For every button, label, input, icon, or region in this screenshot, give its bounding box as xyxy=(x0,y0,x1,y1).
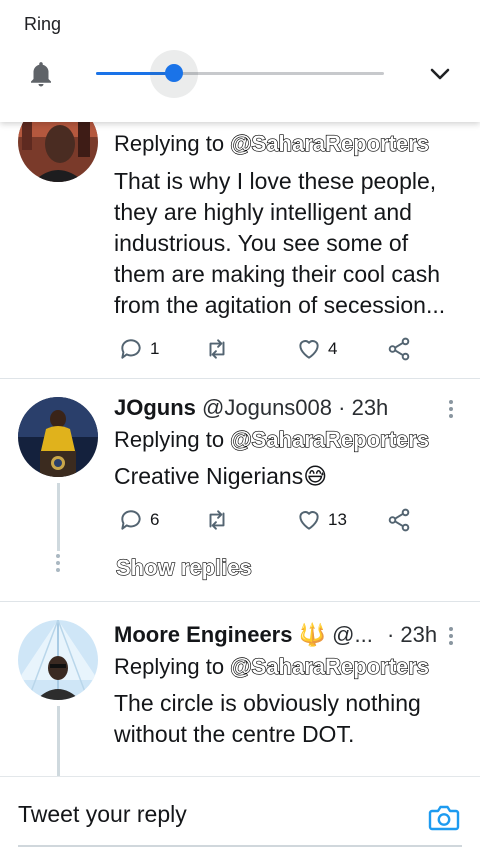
like-button[interactable]: 4 xyxy=(296,334,337,364)
reply-count: 6 xyxy=(150,510,160,529)
replying-to-line: Replying to @SaharaReporters xyxy=(114,653,430,679)
like-count: 4 xyxy=(328,339,338,358)
retweet-icon xyxy=(209,510,225,530)
tweet-text: That is why I love these people, they ar… xyxy=(114,168,446,318)
avatar-joguns[interactable] xyxy=(18,397,98,477)
retweet-button[interactable] xyxy=(204,505,230,535)
reply-button[interactable]: 1 xyxy=(118,334,159,364)
tweet-actions: 6 13 xyxy=(114,505,414,535)
camera-icon[interactable] xyxy=(428,803,460,833)
retweet-icon xyxy=(209,339,225,359)
more-options-icon[interactable] xyxy=(448,397,454,421)
tweet-2[interactable]: JOguns @Joguns008 · 23h Replying to @Sah… xyxy=(0,379,480,601)
like-count: 13 xyxy=(328,510,347,529)
volume-slider[interactable] xyxy=(96,50,384,98)
chevron-down-icon[interactable] xyxy=(428,64,452,84)
trident-emoji: 🔱 xyxy=(298,622,327,647)
share-icon xyxy=(388,508,410,532)
reply-button[interactable]: 6 xyxy=(118,505,159,535)
volume-slider-thumb[interactable] xyxy=(165,64,183,82)
mention-link[interactable]: @SaharaReporters xyxy=(230,653,430,679)
share-icon xyxy=(388,337,410,361)
mention-link[interactable]: @SaharaReporters xyxy=(230,130,430,156)
share-button[interactable] xyxy=(386,334,412,364)
more-options-icon[interactable] xyxy=(448,624,454,648)
reply-icon xyxy=(121,510,141,530)
display-name[interactable]: Moore Engineers xyxy=(114,622,292,647)
user-handle[interactable]: @... xyxy=(332,622,373,647)
display-name[interactable]: JOguns xyxy=(114,395,196,420)
replying-to-line: Replying to @SaharaReporters xyxy=(114,426,430,452)
tweet-header: Moore Engineers 🔱 @... · 23h xyxy=(114,622,437,648)
retweet-button[interactable] xyxy=(204,334,230,364)
tweet-header: JOguns @Joguns008 · 23h xyxy=(114,395,388,421)
reply-input[interactable]: Tweet your reply xyxy=(18,801,187,828)
volume-panel: Ring xyxy=(0,0,480,122)
avatar-moore-engineers[interactable] xyxy=(18,620,98,700)
thread-more-dots xyxy=(55,551,61,575)
bell-icon[interactable] xyxy=(26,58,56,90)
volume-stream-label: Ring xyxy=(24,14,62,34)
thread-line xyxy=(57,483,60,551)
heart-icon xyxy=(299,511,319,530)
tweet-actions: 1 4 xyxy=(114,334,414,364)
heart-icon xyxy=(299,340,319,359)
emoji-sweat-smile: 😅 xyxy=(303,463,328,489)
mention-link[interactable]: @SaharaReporters xyxy=(230,426,430,452)
replying-to-line: Replying to @SaharaReporters xyxy=(114,130,430,156)
reply-composer: Tweet your reply xyxy=(0,776,480,855)
tweet-time: · 23h xyxy=(338,395,389,420)
like-button[interactable]: 13 xyxy=(296,505,347,535)
reply-input-underline xyxy=(18,845,462,847)
reply-count: 1 xyxy=(150,339,160,358)
tweet-3[interactable]: Moore Engineers 🔱 @... · 23h Replying to… xyxy=(0,602,480,776)
thread-line xyxy=(57,706,60,776)
show-replies-link[interactable]: Show replies xyxy=(115,554,252,581)
tweet-text: Creative Nigerians😅 xyxy=(114,463,328,489)
share-button[interactable] xyxy=(386,505,412,535)
tweet-text: The circle is obviously nothing without … xyxy=(114,690,421,747)
tweet-time: · 23h xyxy=(386,622,438,647)
user-handle[interactable]: @Joguns008 xyxy=(202,395,332,420)
tweet-feed: Replying to @SaharaReporters That is why… xyxy=(0,0,480,854)
reply-icon xyxy=(121,339,141,359)
